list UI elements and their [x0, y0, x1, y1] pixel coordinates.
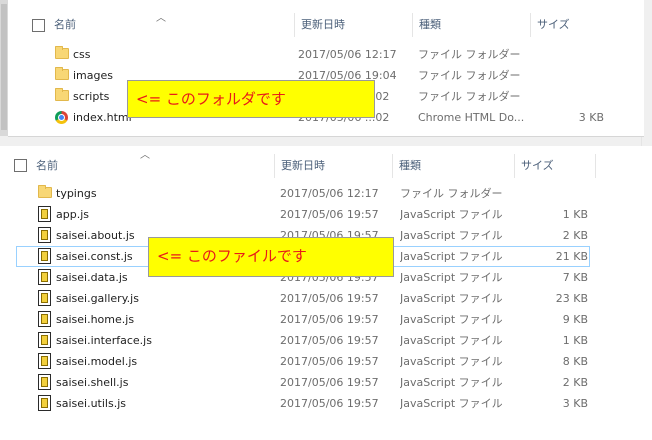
bottom-column-name[interactable]: 名前 ︿ — [30, 150, 274, 178]
column-label: 種類 — [419, 18, 441, 31]
list-item[interactable]: css 2017/05/06 12:17 ファイル フォルダー — [8, 44, 644, 65]
column-label: サイズ — [537, 18, 570, 31]
list-item[interactable]: saisei.shell.js 2017/05/06 19:57 JavaScrip… — [16, 372, 590, 393]
chrome-icon — [55, 111, 68, 124]
list-item[interactable]: saisei.gallery.js 2017/05/06 19:57 JavaScr… — [16, 288, 590, 309]
list-item[interactable]: saisei.utils.js 2017/05/06 19:57 JavaScrip… — [16, 393, 590, 414]
file-date: 2017/05/06 12:17 — [280, 187, 379, 200]
js-file-icon — [38, 206, 51, 222]
file-type: ファイル フォルダー — [400, 187, 503, 200]
top-column-header: 名前 ︿ 更新日時 種類 サイズ — [8, 0, 644, 37]
file-date: 2017/05/06 12:17 — [298, 48, 397, 61]
file-name: saisei.gallery.js — [56, 292, 139, 305]
scrollbar-thumb[interactable] — [1, 4, 7, 130]
folder-annotation: <= このフォルダです — [127, 80, 375, 118]
top-column-size[interactable]: サイズ — [530, 13, 620, 37]
file-name: saisei.home.js — [56, 313, 135, 326]
js-file-icon — [38, 269, 51, 285]
file-size: 7 KB — [562, 271, 588, 284]
js-file-icon — [38, 353, 51, 369]
top-select-all-checkbox[interactable] — [32, 19, 45, 32]
folder-icon — [38, 185, 52, 198]
list-item[interactable]: saisei.model.js 2017/05/06 19:57 JavaScrip… — [16, 351, 590, 372]
file-size: 21 KB — [555, 250, 588, 263]
file-date: 2017/05/06 19:57 — [280, 313, 379, 326]
bottom-select-all-checkbox[interactable] — [14, 159, 27, 172]
file-date: 2017/05/06 19:57 — [280, 397, 379, 410]
file-size: 8 KB — [562, 355, 588, 368]
folder-icon — [55, 88, 69, 101]
file-type: JavaScript ファイル — [400, 334, 503, 347]
file-type: ファイル フォルダー — [418, 90, 521, 103]
file-type: JavaScript ファイル — [400, 355, 503, 368]
file-date: 2017/05/06 19:57 — [280, 376, 379, 389]
file-name: saisei.utils.js — [56, 397, 126, 410]
file-name: typings — [56, 187, 97, 200]
file-size: 1 KB — [562, 208, 588, 221]
file-size: 2 KB — [562, 229, 588, 242]
sort-up-icon: ︿ — [140, 150, 150, 161]
top-column-date[interactable]: 更新日時 — [294, 13, 412, 37]
file-name: css — [73, 48, 91, 61]
file-size: 2 KB — [562, 376, 588, 389]
js-file-icon — [38, 395, 51, 411]
file-name: saisei.shell.js — [56, 376, 129, 389]
file-date: 2017/05/06 19:57 — [280, 334, 379, 347]
file-type: JavaScript ファイル — [400, 313, 503, 326]
file-name: app.js — [56, 208, 89, 221]
file-size — [518, 183, 588, 204]
js-file-icon — [38, 248, 51, 264]
bottom-column-header: 名前 ︿ 更新日時 種類 サイズ — [0, 150, 652, 178]
bottom-column-date[interactable]: 更新日時 — [274, 154, 392, 178]
bottom-column-type[interactable]: 種類 — [392, 154, 514, 178]
list-item[interactable]: typings 2017/05/06 12:17 ファイル フォルダー — [16, 183, 590, 204]
column-label: 名前 — [36, 159, 58, 172]
file-size: 23 KB — [555, 292, 588, 305]
list-item[interactable]: saisei.home.js 2017/05/06 19:57 JavaScript… — [16, 309, 590, 330]
folder-icon — [55, 46, 69, 59]
file-type: JavaScript ファイル — [400, 397, 503, 410]
js-file-icon — [38, 227, 51, 243]
file-type: Chrome HTML Do... — [418, 111, 525, 124]
js-file-icon — [38, 332, 51, 348]
file-date: 2017/05/06 19:57 — [280, 292, 379, 305]
file-size: 3 KB — [578, 111, 604, 124]
column-label: 名前 — [54, 18, 76, 31]
file-type: ファイル フォルダー — [418, 48, 521, 61]
column-label: サイズ — [521, 159, 554, 172]
file-type: JavaScript ファイル — [400, 292, 503, 305]
file-type: ファイル フォルダー — [418, 69, 521, 82]
bottom-column-size[interactable]: サイズ — [514, 154, 596, 178]
file-size: 9 KB — [562, 313, 588, 326]
file-size: 3 KB — [562, 397, 588, 410]
file-type: JavaScript ファイル — [400, 250, 503, 263]
file-type: JavaScript ファイル — [400, 271, 503, 284]
list-item[interactable]: saisei.interface.js 2017/05/06 19:57 JavaS… — [16, 330, 590, 351]
file-date: 2017/05/06 19:57 — [280, 208, 379, 221]
column-label: 更新日時 — [301, 18, 345, 31]
file-size: 1 KB — [562, 334, 588, 347]
sort-up-icon: ︿ — [156, 13, 166, 24]
file-type: JavaScript ファイル — [400, 229, 503, 242]
file-date: 2017/05/06 19:57 — [280, 355, 379, 368]
js-file-icon — [38, 311, 51, 327]
top-left-scrollbar[interactable] — [0, 0, 8, 136]
column-label: 更新日時 — [281, 159, 325, 172]
file-type: JavaScript ファイル — [400, 376, 503, 389]
top-column-type[interactable]: 種類 — [412, 13, 530, 37]
file-annotation: <= このファイルです — [148, 237, 394, 277]
js-file-icon — [38, 374, 51, 390]
file-name: saisei.interface.js — [56, 334, 152, 347]
file-type: JavaScript ファイル — [400, 208, 503, 221]
top-file-list: 名前 ︿ 更新日時 種類 サイズ css 2017/05/06 12:17 ファ… — [8, 0, 644, 137]
folder-icon — [55, 67, 69, 80]
file-name: saisei.model.js — [56, 355, 138, 368]
column-label: 種類 — [399, 159, 421, 172]
top-column-name[interactable]: 名前 ︿ — [48, 13, 294, 37]
list-item[interactable]: app.js 2017/05/06 19:57 JavaScript ファイル 1 K… — [16, 204, 590, 225]
js-file-icon — [38, 290, 51, 306]
bottom-file-list: 名前 ︿ 更新日時 種類 サイズ typings 2017/05/06 12:17… — [0, 146, 652, 440]
